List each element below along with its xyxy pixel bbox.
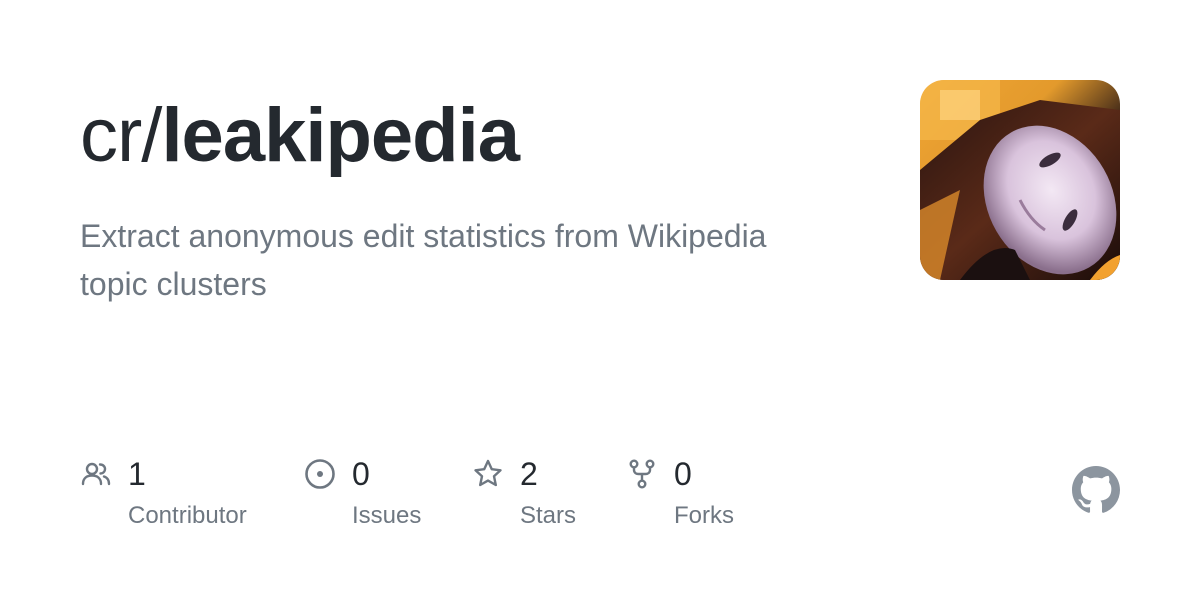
stat-label: Issues (352, 502, 422, 529)
repo-owner: cr/ (80, 93, 162, 178)
stat-label: Forks (674, 502, 734, 529)
issue-icon (305, 459, 335, 489)
repo-name: leakipedia (161, 93, 520, 178)
avatar-photo (920, 80, 1120, 280)
stat-count: 0 (674, 456, 692, 492)
stat-count: 0 (352, 456, 370, 492)
stat-label: Contributor (128, 502, 247, 529)
star-icon (474, 459, 502, 487)
people-icon (81, 462, 111, 486)
github-logo-icon[interactable] (1072, 466, 1120, 514)
owner-avatar[interactable] (920, 80, 1120, 280)
repo-description: Extract anonymous edit statistics from W… (80, 218, 767, 302)
stat-count: 2 (520, 456, 538, 492)
stat-count: 1 (128, 456, 146, 492)
fork-icon (629, 459, 655, 489)
social-card: cr/leakipedia Extract anonymous edit sta… (0, 0, 1200, 600)
stat-label: Stars (520, 502, 577, 529)
repo-title[interactable]: cr/leakipedia (80, 88, 520, 184)
